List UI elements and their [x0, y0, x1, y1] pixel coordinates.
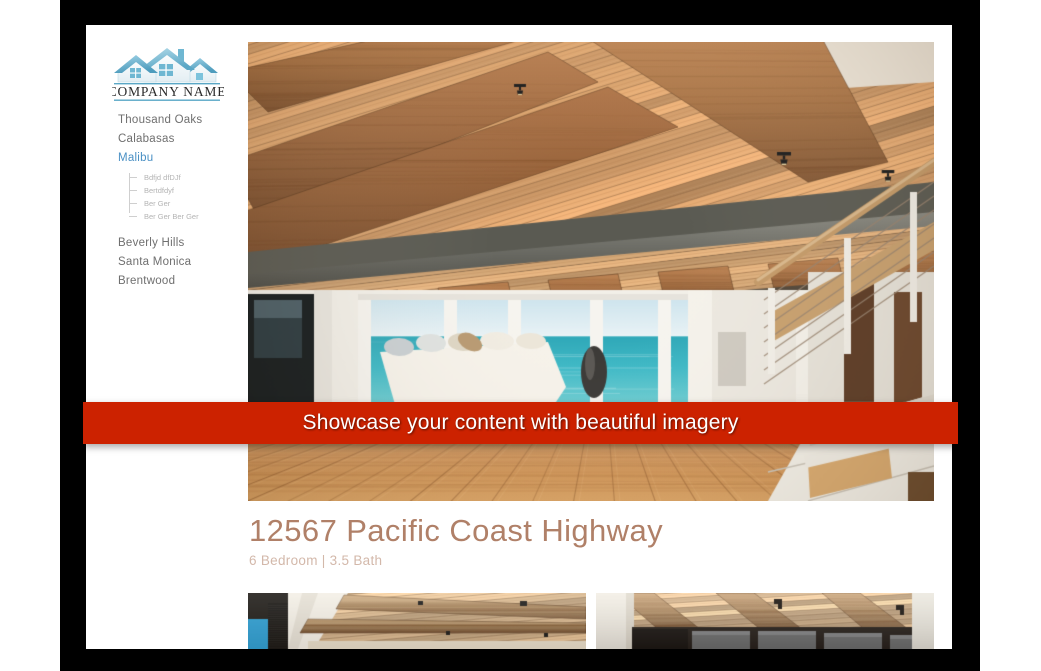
sidebar: COMPANY NAME Thousand Oaks Calabasas Mal… — [86, 25, 246, 649]
sidebar-subitem-label: Ber Ger — [144, 199, 171, 208]
sidebar-subitem[interactable]: Bdfjd dfDJf — [129, 171, 248, 184]
sidebar-item-label: Beverly Hills — [118, 237, 185, 249]
listing-details: 6 Bedroom | 3.5 Bath — [249, 553, 383, 568]
website-page: COMPANY NAME Thousand Oaks Calabasas Mal… — [86, 25, 952, 649]
sidebar-item-thousand-oaks[interactable]: Thousand Oaks — [118, 111, 248, 130]
sidebar-subitem-label: Ber Ger Ber Ger — [144, 212, 199, 221]
sidebar-item-santa-monica[interactable]: Santa Monica — [118, 253, 248, 272]
screenshot-stage: COMPANY NAME Thousand Oaks Calabasas Mal… — [0, 0, 1041, 671]
three-houses-icon: COMPANY NAME — [112, 48, 224, 101]
sidebar-subitem-label: Bertdfdyf — [144, 186, 175, 195]
thumbnail-strip — [248, 593, 934, 649]
sidebar-item-beverly-hills[interactable]: Beverly Hills — [118, 234, 248, 253]
sidebar-item-malibu[interactable]: Malibu — [118, 149, 248, 168]
listing-address: 12567 Pacific Coast Highway — [249, 513, 664, 548]
thumbnail-2-canvas — [596, 593, 934, 649]
sidebar-item-brentwood[interactable]: Brentwood — [118, 272, 248, 291]
thumbnail-1-canvas — [248, 593, 586, 649]
sidebar-nav: Thousand Oaks Calabasas Malibu Bdfjd dfD… — [118, 111, 248, 291]
main-content: 12567 Pacific Coast Highway 6 Bedroom | … — [248, 25, 952, 649]
sidebar-subitem[interactable]: Ber Ger — [129, 197, 248, 210]
thumbnail-2[interactable] — [596, 593, 934, 649]
company-logo[interactable]: COMPANY NAME — [112, 42, 224, 104]
sidebar-subitem[interactable]: Bertdfdyf — [129, 184, 248, 197]
showcase-banner-text: Showcase your content with beautiful ima… — [302, 411, 739, 434]
sidebar-subnav-malibu: Bdfjd dfDJf Bertdfdyf Ber Ger Ber Ger Be… — [129, 171, 248, 223]
sidebar-item-label: Thousand Oaks — [118, 114, 203, 126]
sidebar-item-label: Calabasas — [118, 133, 175, 145]
sidebar-item-label: Brentwood — [118, 275, 176, 287]
sidebar-subitem-label: Bdfjd dfDJf — [144, 173, 181, 182]
showcase-banner[interactable]: Showcase your content with beautiful ima… — [83, 402, 958, 444]
sidebar-item-calabasas[interactable]: Calabasas — [118, 130, 248, 149]
company-name-text: COMPANY NAME — [112, 84, 224, 99]
thumbnail-1[interactable] — [248, 593, 586, 649]
sidebar-item-label: Malibu — [118, 152, 154, 164]
sidebar-item-label: Santa Monica — [118, 256, 192, 268]
sidebar-subitem[interactable]: Ber Ger Ber Ger — [129, 210, 248, 223]
listing-caption: 12567 Pacific Coast Highway 6 Bedroom | … — [249, 512, 935, 571]
